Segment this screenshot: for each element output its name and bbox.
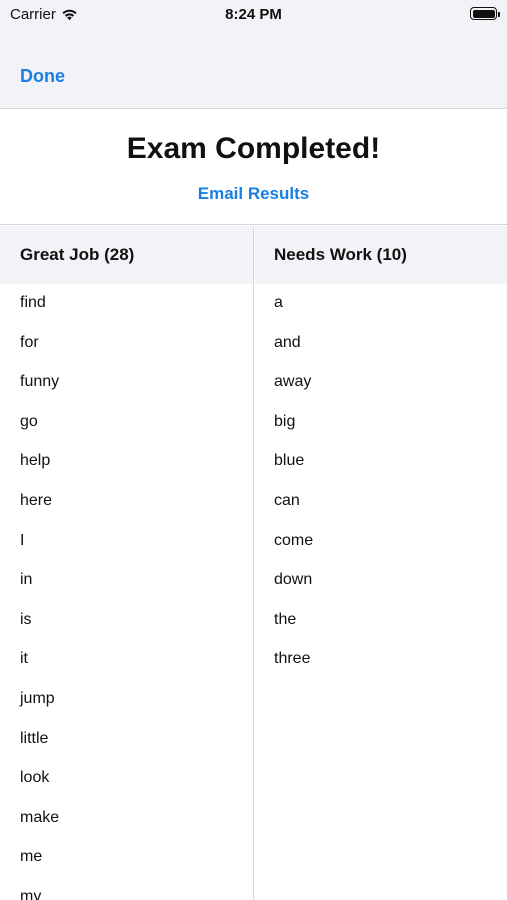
needs-work-header: Needs Work (10) <box>255 226 507 284</box>
navigation-bar: Done <box>0 30 507 109</box>
status-bar: Carrier 8:24 PM <box>0 0 507 30</box>
word-item: is <box>20 610 32 628</box>
word-item: help <box>20 452 51 470</box>
email-results-button[interactable]: Email Results <box>0 184 507 204</box>
word-item: jump <box>20 689 55 707</box>
status-time: 8:24 PM <box>225 6 282 23</box>
needs-work-list: a and away big blue can come down the three <box>255 284 507 688</box>
great-job-header: Great Job (28) <box>0 226 253 284</box>
word-item: down <box>274 571 313 589</box>
word-item: go <box>20 412 38 430</box>
word-item: look <box>20 769 50 787</box>
word-item: can <box>274 491 300 509</box>
battery-fill <box>472 9 495 18</box>
word-item: in <box>20 571 33 589</box>
word-item: blue <box>274 452 305 470</box>
word-item: come <box>274 531 314 549</box>
word-item: big <box>274 412 296 430</box>
great-job-column[interactable]: Great Job (28) find for funny go help here Iin… <box>0 226 254 900</box>
battery-tip <box>498 11 500 17</box>
word-item: make <box>20 808 60 826</box>
word-item: and <box>274 333 301 351</box>
word-item: me <box>20 848 43 866</box>
word-item: a <box>274 294 283 311</box>
results-header: Exam Completed! Email Results <box>0 110 507 225</box>
great-job-list: find for funny go help here Iin is it jump little l… <box>0 284 253 900</box>
word-item: here <box>20 491 53 509</box>
word-item: my <box>20 887 42 900</box>
word-item: for <box>20 333 39 351</box>
word-item: away <box>274 373 312 391</box>
word-item: three <box>274 650 311 668</box>
word-item: it <box>20 650 28 668</box>
word-item: find <box>20 294 46 311</box>
page-title: Exam Completed! <box>126 132 381 165</box>
word-item: little <box>20 729 49 747</box>
results-columns: Great Job (28) find for funny go help here Iin… <box>0 226 507 900</box>
word-item: funny <box>20 373 60 391</box>
needs-work-column[interactable]: Needs Work (10) a and away big blue can come do… <box>255 226 507 900</box>
word-item: the <box>274 610 297 628</box>
battery-icon <box>470 7 500 20</box>
done-button[interactable]: Done <box>20 66 65 87</box>
word-item: I <box>20 531 25 549</box>
